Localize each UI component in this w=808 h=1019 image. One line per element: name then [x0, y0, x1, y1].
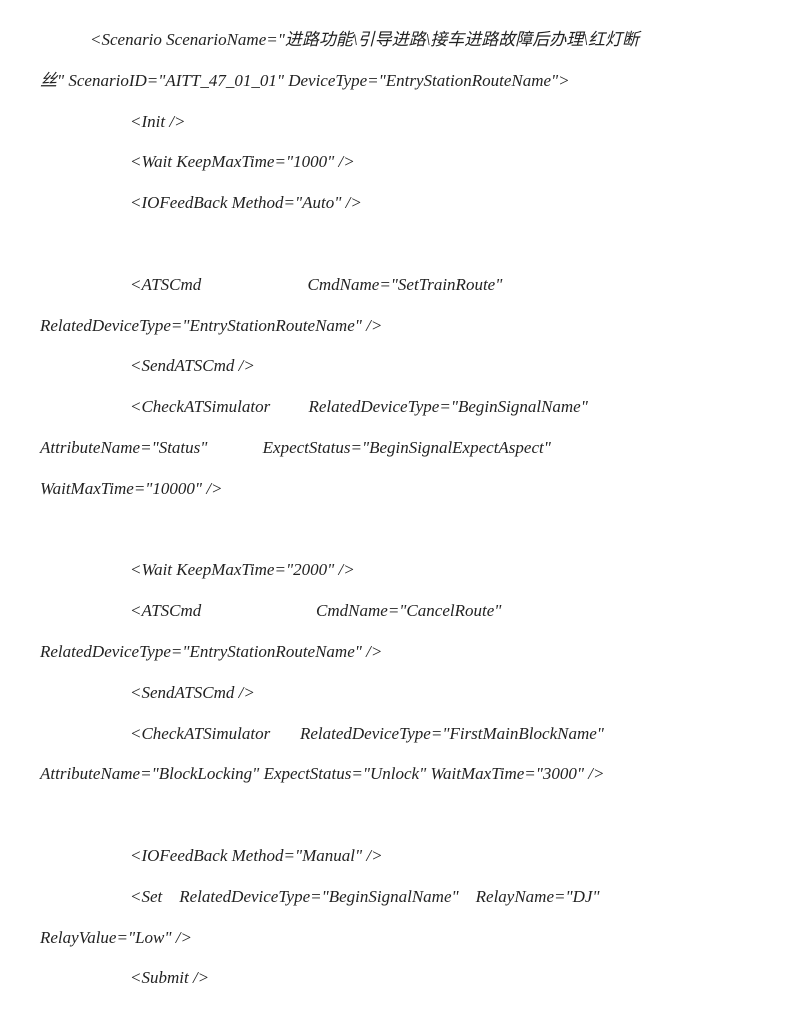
code-line: <Wait KeepMaxTime="1000" /> — [40, 142, 788, 183]
code-line: <Wait KeepMaxTime="2000" /> — [40, 550, 788, 591]
code-line: RelatedDeviceType="EntryStationRouteName… — [40, 306, 788, 347]
code-line: <Scenario ScenarioName="进路功能\引导进路\接车进路故障… — [40, 20, 788, 61]
code-line: <IOFeedBack Method="Manual" /> — [40, 836, 788, 877]
code-line: AttributeName="Status" ExpectStatus="Beg… — [40, 428, 788, 469]
code-line: AttributeName="BlockLocking" ExpectStatu… — [40, 754, 788, 795]
code-line: <ATSCmd CmdName="SetTrainRoute" — [40, 265, 788, 306]
code-line: <Submit /> — [40, 958, 788, 999]
code-line: <CheckATSimulator RelatedDeviceType="Fir… — [40, 714, 788, 755]
code-line: <SendATSCmd /> — [40, 346, 788, 387]
code-line: 丝" ScenarioID="AITT_47_01_01" DeviceType… — [40, 61, 788, 102]
code-line: RelatedDeviceType="EntryStationRouteName… — [40, 632, 788, 673]
code-line: <CheckATSimulator RelatedDeviceType="Beg… — [40, 387, 788, 428]
code-line — [40, 510, 788, 551]
code-line: <Set RelatedDeviceType="BeginSignalName"… — [40, 877, 788, 918]
code-line: RelayValue="Low" /> — [40, 918, 788, 959]
code-line — [40, 224, 788, 265]
xml-code-block: <Scenario ScenarioName="进路功能\引导进路\接车进路故障… — [40, 20, 788, 999]
code-line: <IOFeedBack Method="Auto" /> — [40, 183, 788, 224]
code-line: <SendATSCmd /> — [40, 673, 788, 714]
code-line: <Init /> — [40, 102, 788, 143]
code-line — [40, 795, 788, 836]
code-line: WaitMaxTime="10000" /> — [40, 469, 788, 510]
code-line: <ATSCmd CmdName="CancelRoute" — [40, 591, 788, 632]
